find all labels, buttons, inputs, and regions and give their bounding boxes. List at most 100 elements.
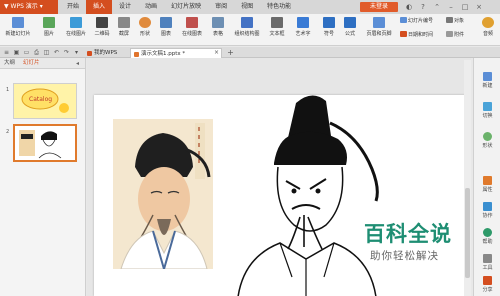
date-time-label: 日期和时间 [408,32,434,38]
more-chevron-down-icon[interactable]: ▾ [72,48,81,57]
qrcode-button[interactable]: 二维码 [92,14,112,46]
paperclip-icon [446,31,453,37]
tab-review[interactable]: 审阅 [208,0,234,14]
table-button[interactable]: 表格 [209,14,227,46]
preview-icon[interactable]: ◫ [42,48,51,57]
sidebar-shape[interactable]: 形状 [474,132,500,149]
sidebar-collaborate[interactable]: 协作 [474,202,500,219]
screenshot-button[interactable]: 截屏 [115,14,133,46]
wps-logo-icon [87,51,92,56]
symbol-button[interactable]: 符号 [320,14,338,46]
shape-label: 形状 [139,31,150,37]
new-slide-icon [12,17,24,28]
slide-number-icon [400,17,407,23]
qrcode-label: 二维码 [94,31,110,37]
maximize-icon[interactable]: □ [460,2,470,12]
sidebar-new[interactable]: 新建 [474,72,500,89]
save-icon[interactable]: ▣ [12,48,21,57]
sidebar-properties-label: 属性 [482,187,493,193]
omega-symbol-icon [323,17,335,28]
document-tab-bar: ≡ ▣ ▭ ⎙ ◫ ↶ ↷ ▾ 我的WPS 演示文稿1.pptx * × + [0,47,500,58]
sidebar-properties[interactable]: 属性 [474,176,500,193]
open-folder-icon[interactable]: ▭ [22,48,31,57]
chart-icon [160,17,172,28]
date-time-button[interactable]: 日期和时间 [400,31,433,38]
collapse-ribbon-icon[interactable]: ⌃ [432,2,442,12]
slide-thumbnail-2-selected[interactable] [13,124,77,162]
redo-icon[interactable]: ↷ [62,48,71,57]
tab-insert[interactable]: 插入 [86,0,113,14]
new-slide-button[interactable]: 新建幻灯片 [2,14,34,46]
wordart-button[interactable]: 艺术字 [292,14,314,46]
formula-button[interactable]: 公式 [341,14,359,46]
symbol-label: 符号 [323,31,334,37]
header-footer-button[interactable]: 页眉和页脚 [362,14,396,46]
tab-design[interactable]: 设计 [112,0,138,14]
org-chart-button[interactable]: 组织结构图 [230,14,264,46]
object-button[interactable]: 对象 [446,17,464,24]
sidebar-shape-label: 形状 [482,143,493,149]
online-picture-icon [70,17,82,28]
print-icon[interactable]: ⎙ [32,48,41,57]
chart-button[interactable]: 图表 [157,14,175,46]
sidebar-help[interactable]: 帮助 [474,228,500,245]
login-button[interactable]: 未登录 [360,2,398,12]
table-icon [212,17,224,28]
help-icon[interactable]: ? [418,2,428,12]
transition-icon [483,102,492,111]
attachment-button[interactable]: 附件 [446,31,464,38]
header-footer-icon [373,17,385,28]
qrcode-icon [96,17,108,28]
online-picture-label: 在线图片 [65,31,86,37]
close-icon[interactable]: × [474,2,484,12]
picture-button[interactable]: 图片 [40,14,58,46]
tab-view[interactable]: 视图 [234,0,260,14]
sidebar-tools[interactable]: 工具 [474,254,500,271]
online-picture-button[interactable]: 在线图片 [62,14,90,46]
online-chart-button[interactable]: 在线图表 [178,14,206,46]
tab-current-label: 演示文稿1.pptx * [141,51,186,57]
textbox-icon [271,17,283,28]
sidebar-share[interactable]: 分享 [474,276,500,293]
close-tab-icon[interactable]: × [212,48,221,57]
tab-current-presentation[interactable]: 演示文稿1.pptx * [130,48,222,58]
slide-thumbnail-1[interactable]: Catalog [13,83,77,119]
minimize-icon[interactable]: – [446,2,456,12]
panel-collapse-icon[interactable]: ◂ [76,58,79,69]
calendar-icon [400,31,407,37]
sidebar-transition-label: 切换 [482,113,493,119]
tab-slideshow[interactable]: 幻灯片放映 [164,0,208,14]
tab-slides[interactable]: 幻灯片 [19,58,44,68]
slide-number-button[interactable]: 幻灯片编号 [400,17,433,24]
emperor-portrait-image[interactable] [113,119,213,269]
menu-tabs: 开始 插入 设计 动画 幻灯片放映 审阅 视图 特色功能 [60,0,298,14]
formula-label: 公式 [344,31,355,37]
audio-button[interactable]: 音频 [478,14,498,46]
tab-home[interactable]: 开始 [60,0,86,14]
sidebar-transition[interactable]: 切换 [474,102,500,119]
app-menu-button[interactable]: ▼ WPS 演示 ▾ [0,0,58,14]
undo-icon[interactable]: ↶ [52,48,61,57]
textbox-button[interactable]: 文本框 [266,14,288,46]
thumb-1-number: 1 [6,87,10,93]
shape-panel-icon [483,132,492,141]
sidebar-new-label: 新建 [482,83,493,89]
collaborate-icon [483,202,492,211]
skin-icon[interactable]: ◐ [404,2,414,12]
new-tab-button[interactable]: + [226,48,235,57]
tab-outline[interactable]: 大纲 [0,58,19,68]
new-icon [483,72,492,81]
scissors-icon [118,17,130,28]
menu-icon[interactable]: ≡ [2,48,11,57]
pptx-file-icon [134,52,139,57]
tab-animation[interactable]: 动画 [138,0,164,14]
properties-icon [483,176,492,185]
shape-button[interactable]: 形状 [136,14,154,46]
tab-features[interactable]: 特色功能 [260,0,298,14]
pi-formula-icon [344,17,356,28]
wordart-icon [297,17,309,28]
thumb-1-art: Catalog [21,88,69,113]
tab-my-wps[interactable]: 我的WPS [84,48,128,58]
thumb-1-title: Catalog [29,96,52,103]
cartoon-emperor-drawing[interactable] [234,77,384,296]
